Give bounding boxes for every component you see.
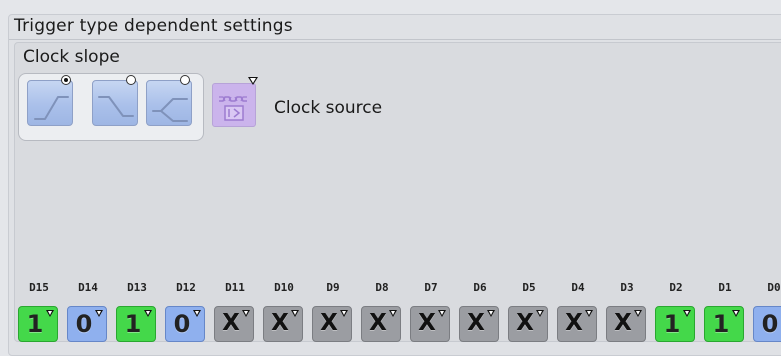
dropdown-arrow-icon [144,310,152,317]
dropdown-arrow-icon [536,310,544,317]
channel-value-button-d5[interactable]: X [508,306,548,342]
channel-value-button-d4[interactable]: X [557,306,597,342]
channel-label-d3: D3 [620,281,634,294]
either-edge-icon [152,98,188,122]
clock-slope-label: Clock slope [23,47,120,67]
channel-value-button-d8[interactable]: X [361,306,401,342]
rising-edge-radio[interactable] [61,75,71,85]
clock-source-dropdown-arrow [248,77,258,85]
channel-label-d14: D14 [78,281,98,294]
channel-label-d12: D12 [176,281,196,294]
channel-value-button-d1[interactable]: 1 [704,306,744,342]
channel-value-button-d2[interactable]: 1 [655,306,695,342]
channel-label-d7: D7 [424,281,438,294]
channel-value: 0 [761,310,779,338]
channel-label-d5: D5 [522,281,536,294]
panel-title: Trigger type dependent settings [14,16,293,36]
channel-value-button-d14[interactable]: 0 [67,306,107,342]
channel-value-button-d10[interactable]: X [263,306,303,342]
clock-source-button[interactable] [212,83,256,127]
channel-value-button-d7[interactable]: X [410,306,450,342]
channel-label-d9: D9 [326,281,340,294]
dropdown-arrow-icon [46,310,54,317]
dropdown-arrow-icon [193,310,201,317]
channel-label-d0: D0 [767,281,781,294]
dropdown-arrow-icon [389,310,397,317]
channel-value-button-d11[interactable]: X [214,306,254,342]
channel-value-button-d6[interactable]: X [459,306,499,342]
dropdown-arrow-icon [291,310,299,317]
rising-edge-icon [34,96,69,120]
header-divider [9,39,781,40]
dropdown-arrow-icon [634,310,642,317]
either-edge-button[interactable] [146,80,192,126]
channel-value-button-d9[interactable]: X [312,306,352,342]
channel-value-button-d13[interactable]: 1 [116,306,156,342]
channel-label-d15: D15 [29,281,49,294]
dropdown-arrow-icon [95,310,103,317]
dropdown-arrow-icon [242,310,250,317]
clock-source-label: Clock source [274,98,383,118]
trigger-settings-panel: Trigger type dependent settings Clock sl… [0,0,781,356]
channel-label-d8: D8 [375,281,389,294]
dropdown-arrow-icon [487,310,495,317]
rising-edge-button[interactable] [27,80,73,126]
dropdown-arrow-icon [732,310,740,317]
channel-label-d13: D13 [127,281,147,294]
channel-label-d11: D11 [225,281,245,294]
channel-value-button-d15[interactable]: 1 [18,306,58,342]
channel-value-button-d12[interactable]: 0 [165,306,205,342]
channel-value-button-d0[interactable]: 0 [753,306,781,342]
falling-edge-radio[interactable] [126,75,136,85]
dropdown-arrow-icon [585,310,593,317]
channel-label-d6: D6 [473,281,487,294]
falling-edge-icon [98,96,134,117]
channel-label-d4: D4 [571,281,585,294]
dropdown-arrow-icon [340,310,348,317]
channel-label-d1: D1 [718,281,732,294]
channel-label-d2: D2 [669,281,683,294]
dropdown-arrow-icon [438,310,446,317]
channel-value-button-d3[interactable]: X [606,306,646,342]
either-edge-radio[interactable] [180,75,190,85]
data-bus-icon [219,96,247,121]
channel-label-d10: D10 [274,281,294,294]
dropdown-arrow-icon [683,310,691,317]
falling-edge-button[interactable] [92,80,138,126]
